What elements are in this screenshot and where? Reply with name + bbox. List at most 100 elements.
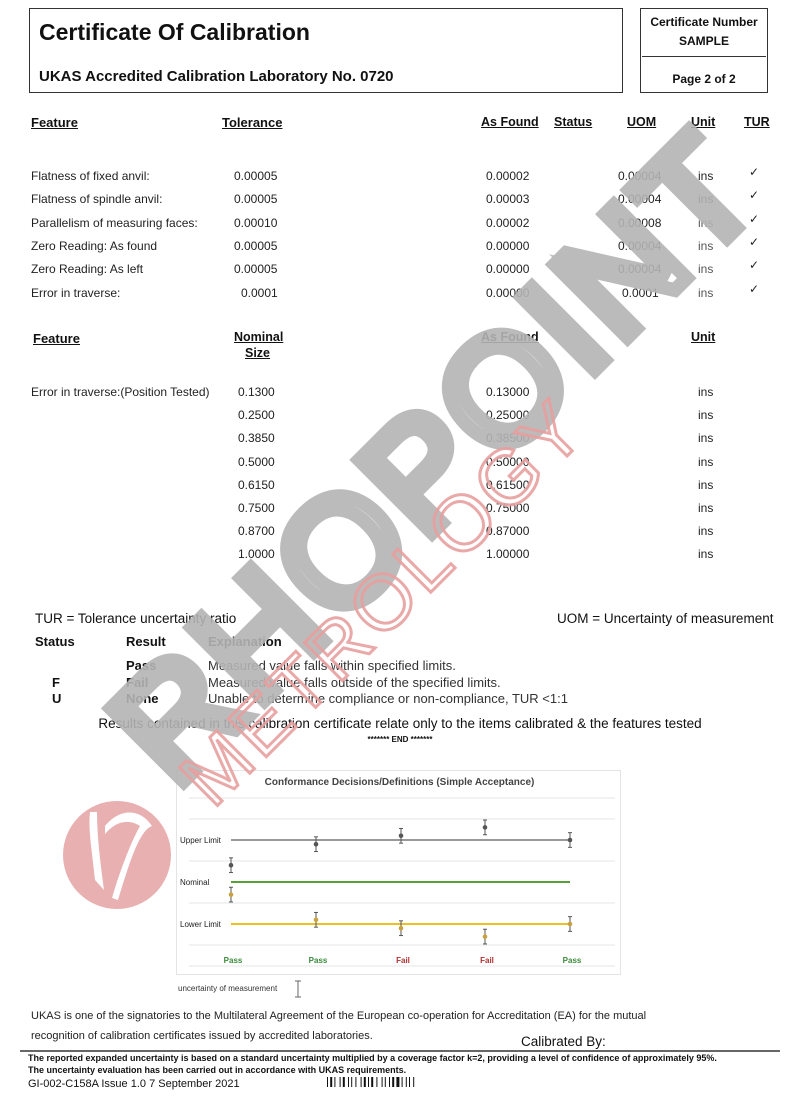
result-label: Pass [309,956,328,965]
feature-cell: Error in traverse:(Position Tested) [31,385,210,399]
nominal-cell: 0.5000 [238,454,275,469]
barcode-bar [405,1077,407,1087]
status-code: U [52,691,62,706]
data-point [228,892,234,897]
tur-definition: TUR = Tolerance uncertainty ratio [35,611,237,626]
barcode-bar [381,1077,383,1087]
tolerance-cell: 0.00005 [234,262,278,277]
barcode-bar [339,1077,341,1087]
tur-check-icon: ✓ [749,211,760,226]
uom-cell: 0.00004 [618,262,662,277]
certificate-number-label: Certificate Number [650,15,758,29]
explanation-text: Unable to determine compliance or non-co… [208,691,568,706]
column-header-feature: Feature [33,331,80,346]
legend-header-result: Result [126,634,166,649]
uom-cell: 0.00004 [618,192,662,207]
uncertainty-statement-line2: The uncertainty evaluation has been carr… [28,1065,407,1075]
certificate-title: Certificate Of Calibration [39,19,310,45]
barcode-bar [389,1077,390,1087]
barcode-bar [363,1077,366,1087]
uom-cell: 0.00008 [618,215,662,230]
feature-cell: Flatness of fixed anvil: [31,169,150,183]
nominal-cell: 0.8700 [238,524,275,539]
nominal-cell: 0.3850 [238,431,275,446]
column-header-unit: Unit [691,115,716,129]
feature-cell: Zero Reading: As found [31,238,158,253]
result-label: Fail [126,674,149,690]
page-indicator: Page 2 of 2 [672,72,736,86]
certificate-title-box: Certificate Of Calibration UKAS Accredit… [29,8,623,93]
data-point [482,934,488,939]
barcode-bar [351,1077,353,1087]
conformance-chart-svg: Conformance Decisions/Definitions (Simpl… [180,777,615,967]
barcode-bar [355,1077,357,1087]
barcode-bar [384,1077,386,1087]
data-point [398,925,404,931]
data-point [567,837,573,843]
laboratory-number: UKAS Accredited Calibration Laboratory N… [39,68,394,85]
nominal-cell: 0.6150 [238,477,275,492]
nominal-cell: 0.1300 [238,385,275,399]
barcode-bar [360,1077,362,1087]
as-found-cell: 0.61500 [486,477,530,492]
uom-cell: 0.00004 [618,238,662,253]
unit-cell: ins [698,215,714,230]
as-found-cell: 0.38500 [486,431,530,446]
tolerance-cell: 0.0001 [241,285,278,300]
column-header-unit: Unit [691,330,716,344]
unit-cell: ins [698,501,714,515]
result-label: Fail [396,956,410,965]
column-header-status: Status [554,115,593,129]
barcode [327,1077,415,1087]
barcode-bar [368,1077,369,1087]
as-found-cell: 0.00000 [486,238,530,253]
data-point [228,862,234,868]
result-label: Pass [224,956,243,965]
uom-cell: 0.00004 [618,169,662,183]
feature-cell: Parallelism of measuring faces: [31,215,198,230]
as-found-cell: 0.25000 [486,408,530,423]
result-label: Pass [563,956,582,965]
status-code: F [52,674,60,690]
divider [642,56,766,57]
as-found-cell: 0.00000 [486,285,530,300]
footer-divider [20,1050,780,1052]
column-header-nominal: Nominal [234,330,284,344]
certificate-number: SAMPLE [678,34,729,48]
barcode-bar [330,1077,333,1087]
barcode-bar [334,1077,336,1087]
barcode-bar [409,1077,410,1087]
certificate-number-box: Certificate Number SAMPLE Page 2 of 2 [640,8,768,93]
barcode-bar [413,1077,415,1087]
barcode-bar [327,1077,328,1087]
reference-line-label: Upper Limit [180,836,222,845]
unit-cell: ins [698,408,714,423]
as-found-cell: 1.00000 [486,547,530,562]
tur-check-icon: ✓ [749,281,760,296]
unit-cell: ins [698,431,714,446]
result-label: Fail [480,956,494,965]
ukas-statement-line1: UKAS is one of the signatories to the Mu… [31,1010,647,1022]
barcode-bar [392,1077,395,1087]
column-header-size: Size [245,346,271,360]
document-reference: GI-002-C158A Issue 1.0 7 September 2021 [28,1078,240,1090]
calibrated-by-label: Calibrated By: [521,1034,606,1049]
unit-cell: ins [698,238,714,253]
tolerance-cell: 0.00005 [234,169,278,183]
column-header-as-found: As Found [481,330,539,344]
rhopoint-logo-icon [63,801,171,909]
chart-title: Conformance Decisions/Definitions (Simpl… [265,777,535,788]
legend-header-status: Status [35,634,75,649]
reference-line-label: Nominal [180,878,210,887]
uom-definition: UOM = Uncertainty of measurement [557,611,774,626]
unit-cell: ins [698,385,714,399]
conformance-chart: Conformance Decisions/Definitions (Simpl… [176,770,621,975]
barcode-bar [401,1077,403,1087]
barcode-bar [342,1077,345,1087]
result-label: None [126,691,159,706]
column-header-uom: UOM [627,115,657,129]
reference-line-label: Lower Limit [180,920,222,929]
barcode-bar [376,1077,378,1087]
ukas-statement-line2: recognition of calibration certificates … [31,1030,373,1042]
tur-check-icon: ✓ [749,258,760,273]
